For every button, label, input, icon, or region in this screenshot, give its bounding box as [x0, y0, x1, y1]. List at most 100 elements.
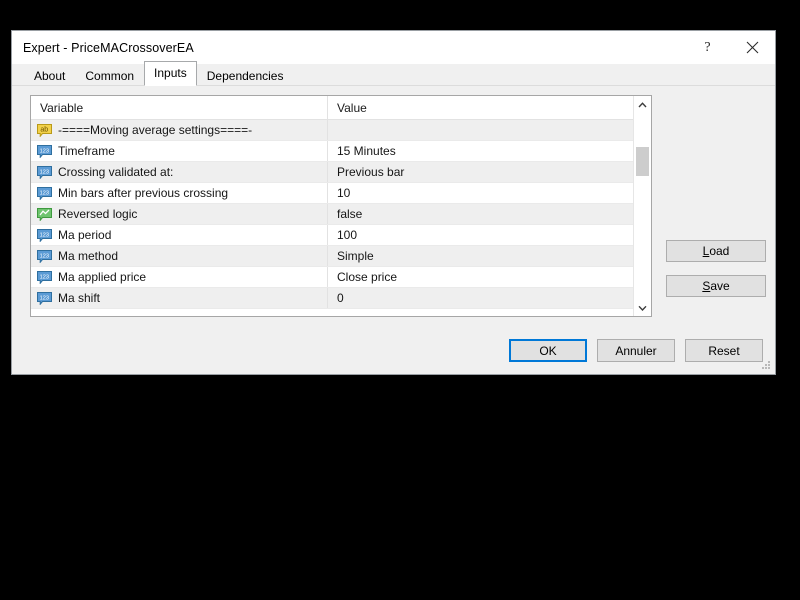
- cell-variable[interactable]: 123 Min bars after previous crossing: [31, 183, 328, 203]
- number-type-icon: 123: [37, 186, 52, 200]
- cell-variable[interactable]: 123 Ma applied price: [31, 267, 328, 287]
- title-bar: Expert - PriceMACrossoverEA ?: [12, 31, 775, 64]
- reset-button[interactable]: Reset: [685, 339, 763, 362]
- cell-value[interactable]: 0: [328, 288, 633, 308]
- string-type-icon: ab: [37, 123, 52, 137]
- load-label-rest: oad: [709, 244, 730, 258]
- tab-strip: About Common Inputs Dependencies: [12, 61, 775, 87]
- cell-value[interactable]: Previous bar: [328, 162, 633, 182]
- number-type-icon: 123: [37, 165, 52, 179]
- help-button[interactable]: ?: [685, 31, 730, 64]
- grid-body: ab -====Moving average settings====- 123 Ti…: [31, 120, 633, 316]
- close-button[interactable]: [730, 31, 775, 64]
- load-mnemonic: L: [702, 244, 710, 258]
- table-row[interactable]: 123 Crossing validated at: Previous bar: [31, 162, 633, 183]
- svg-text:123: 123: [40, 274, 49, 280]
- cell-variable[interactable]: Reversed logic: [31, 204, 328, 224]
- cell-variable[interactable]: 123 Ma method: [31, 246, 328, 266]
- tab-about[interactable]: About: [24, 65, 75, 87]
- grid-header-row: Variable Value: [31, 96, 633, 120]
- number-type-icon: 123: [37, 270, 52, 284]
- ok-button[interactable]: OK: [509, 339, 587, 362]
- number-type-icon: 123: [37, 228, 52, 242]
- variable-label: Reversed logic: [58, 207, 138, 221]
- number-type-icon: 123: [37, 249, 52, 263]
- cancel-button[interactable]: Annuler: [597, 339, 675, 362]
- number-type-icon: 123: [37, 228, 52, 242]
- cell-variable[interactable]: 123 Ma shift: [31, 288, 328, 308]
- grip-dot: [765, 367, 767, 369]
- variable-label: Ma method: [58, 249, 119, 263]
- save-label-rest: ave: [710, 279, 730, 293]
- variable-label: Crossing validated at:: [58, 165, 174, 179]
- variable-label: Ma applied price: [58, 270, 147, 284]
- scrollbar-thumb[interactable]: [636, 147, 649, 176]
- variable-label: Timeframe: [58, 144, 115, 158]
- tab-dependencies[interactable]: Dependencies: [197, 65, 294, 87]
- table-row[interactable]: 123 Timeframe 15 Minutes: [31, 141, 633, 162]
- svg-text:ab: ab: [40, 126, 48, 133]
- inputs-grid-inner: Variable Value ab -====Moving average set…: [31, 96, 633, 316]
- chevron-down-icon: [638, 305, 647, 311]
- boolean-type-icon: [37, 207, 52, 221]
- variable-label: Min bars after previous crossing: [58, 186, 229, 200]
- variable-label: -====Moving average settings====-: [58, 123, 253, 137]
- column-header-variable[interactable]: Variable: [31, 96, 328, 119]
- grip-dot: [768, 367, 770, 369]
- cell-value[interactable]: 10: [328, 183, 633, 203]
- cell-value[interactable]: 15 Minutes: [328, 141, 633, 161]
- grid-vertical-scrollbar[interactable]: [633, 96, 651, 316]
- number-type-icon: 123: [37, 291, 52, 305]
- svg-text:123: 123: [40, 295, 49, 301]
- scrollbar-track[interactable]: [634, 113, 651, 299]
- cell-variable[interactable]: 123 Crossing validated at:: [31, 162, 328, 182]
- svg-text:123: 123: [40, 232, 49, 238]
- cell-value[interactable]: Close price: [328, 267, 633, 287]
- side-button-group: Load Save: [666, 240, 766, 297]
- scroll-up-button[interactable]: [634, 96, 651, 113]
- scroll-down-button[interactable]: [634, 299, 651, 316]
- grip-dot: [762, 367, 764, 369]
- cell-variable[interactable]: 123 Ma period: [31, 225, 328, 245]
- window-title: Expert - PriceMACrossoverEA: [23, 40, 194, 55]
- expert-properties-dialog: Expert - PriceMACrossoverEA ? About Commo…: [11, 30, 776, 375]
- tab-inputs[interactable]: Inputs: [144, 61, 197, 86]
- load-button[interactable]: Load: [666, 240, 766, 262]
- cell-value[interactable]: Simple: [328, 246, 633, 266]
- tab-page-inputs: Variable Value ab -====Moving average set…: [12, 85, 775, 374]
- table-row[interactable]: 123 Ma shift 0: [31, 288, 633, 309]
- svg-text:123: 123: [40, 190, 49, 196]
- cell-variable[interactable]: ab -====Moving average settings====-: [31, 120, 328, 140]
- number-type-icon: 123: [37, 165, 52, 179]
- table-row[interactable]: 123 Min bars after previous crossing 10: [31, 183, 633, 204]
- table-row[interactable]: 123 Ma applied price Close price: [31, 267, 633, 288]
- variable-label: Ma period: [58, 228, 112, 242]
- cell-value[interactable]: 100: [328, 225, 633, 245]
- number-type-icon: 123: [37, 291, 52, 305]
- tab-common[interactable]: Common: [75, 65, 144, 87]
- table-row[interactable]: 123 Ma method Simple: [31, 246, 633, 267]
- inputs-grid: Variable Value ab -====Moving average set…: [30, 95, 652, 317]
- svg-text:123: 123: [40, 253, 49, 259]
- svg-text:123: 123: [40, 148, 49, 154]
- dialog-button-bar: OK Annuler Reset: [509, 339, 763, 362]
- table-row[interactable]: 123 Ma period 100: [31, 225, 633, 246]
- number-type-icon: 123: [37, 144, 52, 158]
- number-type-icon: 123: [37, 249, 52, 263]
- number-type-icon: 123: [37, 144, 52, 158]
- variable-label: Ma shift: [58, 291, 101, 305]
- cell-value[interactable]: [328, 120, 633, 140]
- chevron-up-icon: [638, 101, 647, 107]
- cell-value[interactable]: false: [328, 204, 633, 224]
- table-row[interactable]: Reversed logic false: [31, 204, 633, 225]
- close-icon: [746, 41, 759, 54]
- resize-grip[interactable]: [760, 359, 772, 371]
- number-type-icon: 123: [37, 270, 52, 284]
- save-mnemonic: S: [702, 279, 711, 293]
- grip-dot: [768, 364, 770, 366]
- cell-variable[interactable]: 123 Timeframe: [31, 141, 328, 161]
- svg-text:123: 123: [40, 169, 49, 175]
- save-button[interactable]: Save: [666, 275, 766, 297]
- column-header-value[interactable]: Value: [328, 96, 633, 119]
- table-row[interactable]: ab -====Moving average settings====-: [31, 120, 633, 141]
